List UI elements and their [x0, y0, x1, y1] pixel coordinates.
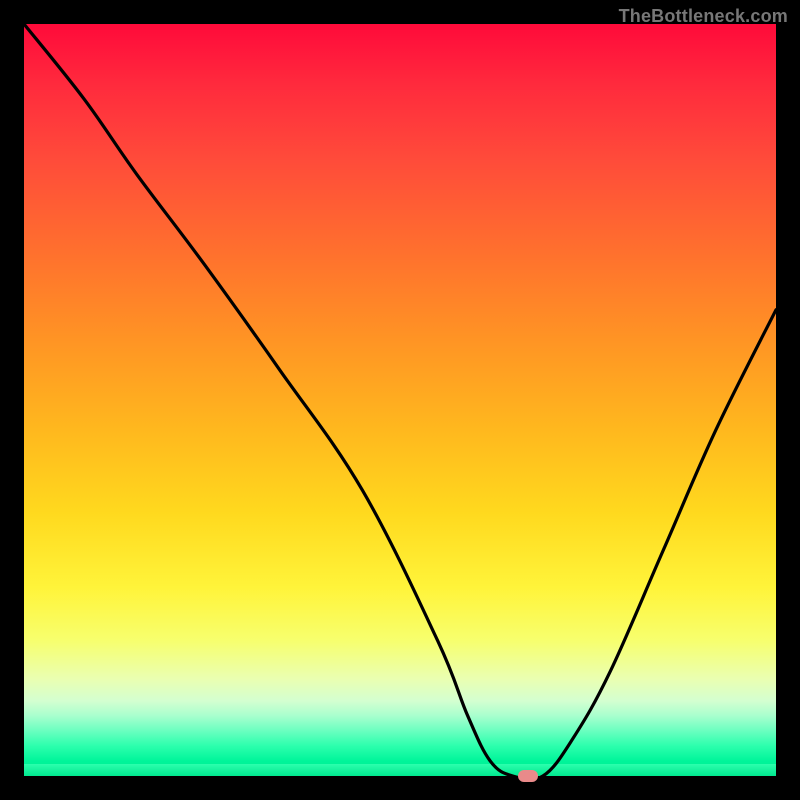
bottleneck-curve: [24, 24, 776, 776]
plot-area: [24, 24, 776, 776]
watermark-text: TheBottleneck.com: [619, 6, 788, 27]
optimal-point-marker: [518, 770, 538, 782]
chart-frame: TheBottleneck.com: [0, 0, 800, 800]
